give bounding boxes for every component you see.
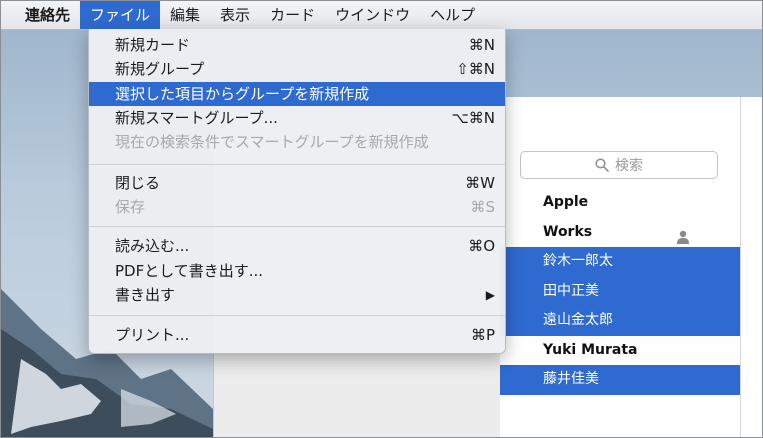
- contact-list: Apple Works 鈴木一郎太 田中正美 遠山金太郎 Yuki Murata…: [500, 188, 740, 395]
- contact-name: Apple: [543, 194, 589, 210]
- menu-item-close[interactable]: 閉じる ⌘W: [89, 171, 505, 195]
- menubar-help[interactable]: ヘルプ: [420, 1, 485, 29]
- menu-item-label: 現在の検索条件でスマートグループを新規作成: [115, 133, 429, 151]
- contact-name: 遠山金太郎: [543, 312, 613, 328]
- menu-item-new-card[interactable]: 新規カード ⌘N: [89, 33, 505, 57]
- menu-item-save: 保存 ⌘S: [89, 195, 505, 219]
- menubar-view[interactable]: 表示: [210, 1, 260, 29]
- menu-item-label: 新規カード: [115, 36, 191, 54]
- menubar-card[interactable]: カード: [260, 1, 325, 29]
- menu-item-label: 新規グループ: [115, 60, 205, 78]
- menubar-edit[interactable]: 編集: [160, 1, 210, 29]
- menu-item-new-group[interactable]: 新規グループ ⇧⌘N: [89, 57, 505, 81]
- menu-item-import[interactable]: 読み込む... ⌘O: [89, 234, 505, 258]
- menu-bar: 連絡先 ファイル 編集 表示 カード ウインドウ ヘルプ: [1, 1, 762, 30]
- contact-row-suzuki[interactable]: 鈴木一郎太: [500, 247, 740, 277]
- menu-shortcut: ⌘S: [470, 198, 495, 216]
- contact-name: Yuki Murata: [543, 341, 638, 358]
- search-field[interactable]: 検索: [520, 151, 718, 179]
- menu-item-label: 選択した項目からグループを新規作成: [115, 85, 370, 103]
- contact-name: Works: [543, 223, 593, 240]
- contact-name: 田中正美: [543, 282, 599, 299]
- card-detail-pane: [741, 97, 762, 437]
- menu-item-label: 新規スマートグループ...: [115, 109, 278, 127]
- menu-separator: [89, 226, 505, 227]
- screenshot-frame: 連絡先 ファイル 編集 表示 カード ウインドウ ヘルプ 検索 Apple Wo…: [0, 0, 763, 438]
- menu-shortcut: ⇧⌘N: [456, 60, 495, 78]
- menu-item-label: 読み込む...: [115, 237, 190, 255]
- contact-row-works[interactable]: Works: [500, 218, 740, 248]
- menubar-window[interactable]: ウインドウ: [325, 1, 420, 29]
- menu-shortcut: ⌘W: [465, 174, 495, 192]
- menu-item-print[interactable]: プリント... ⌘P: [89, 323, 505, 347]
- menu-item-label: PDFとして書き出す...: [115, 262, 264, 280]
- menu-item-new-smart-group[interactable]: 新規スマートグループ... ⌥⌘N: [89, 106, 505, 130]
- contact-row-fujii[interactable]: 藤井佳美: [500, 365, 740, 395]
- menu-separator: [89, 164, 505, 165]
- menu-item-new-smart-group-from-search: 現在の検索条件でスマートグループを新規作成: [89, 130, 505, 154]
- menu-item-export-pdf[interactable]: PDFとして書き出す...: [89, 259, 505, 283]
- menubar-app-name[interactable]: 連絡先: [1, 1, 80, 29]
- contact-name: 藤井佳美: [543, 371, 599, 387]
- menu-item-new-group-from-selection[interactable]: 選択した項目からグループを新規作成: [89, 82, 505, 106]
- contact-list-pane: 検索 Apple Works 鈴木一郎太 田中正美 遠山金太郎 Yuki Mur…: [500, 97, 741, 437]
- contact-row-apple[interactable]: Apple: [500, 188, 740, 218]
- menubar-file[interactable]: ファイル: [80, 1, 161, 29]
- search-placeholder: 検索: [615, 158, 643, 174]
- file-menu-dropdown: 新規カード ⌘N 新規グループ ⇧⌘N 選択した項目からグループを新規作成 新規…: [88, 29, 506, 354]
- contact-row-toyama[interactable]: 遠山金太郎: [500, 306, 740, 336]
- menu-item-label: 保存: [115, 198, 146, 216]
- contact-row-tanaka[interactable]: 田中正美: [500, 276, 740, 306]
- menu-shortcut: ⌥⌘N: [451, 109, 495, 127]
- menu-shortcut: ⌘O: [468, 237, 495, 255]
- menu-item-label: 閉じる: [115, 174, 161, 192]
- menu-shortcut: ⌘N: [468, 36, 495, 54]
- menu-item-label: 書き出す: [115, 286, 176, 304]
- contact-name: 鈴木一郎太: [543, 253, 613, 269]
- menu-item-label: プリント...: [115, 326, 190, 344]
- menu-item-export[interactable]: 書き出す ▶: [89, 283, 505, 307]
- magnifier-icon: [595, 158, 609, 172]
- contact-row-yuki-murata[interactable]: Yuki Murata: [500, 336, 740, 366]
- submenu-arrow-icon: ▶: [485, 288, 495, 302]
- menu-shortcut: ⌘P: [470, 326, 495, 344]
- menu-separator: [89, 315, 505, 316]
